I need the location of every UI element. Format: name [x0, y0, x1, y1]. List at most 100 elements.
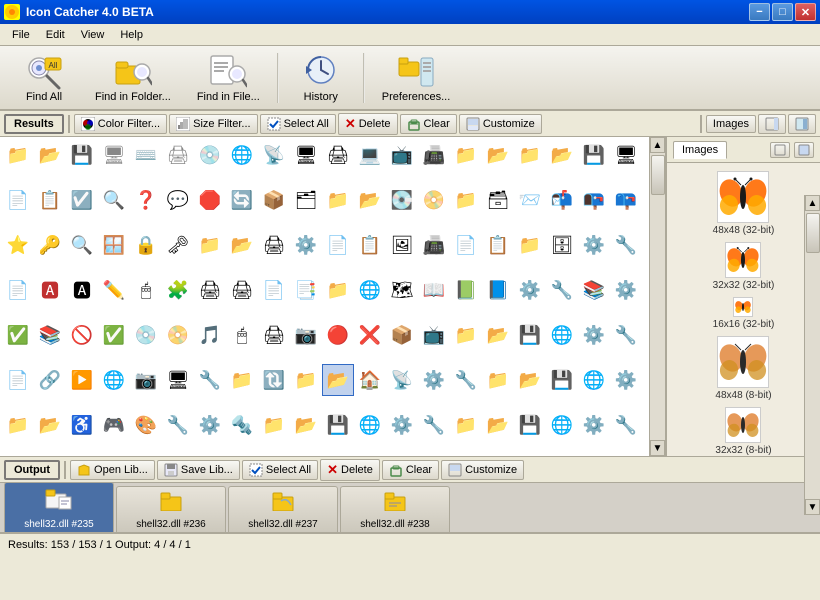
icon-cell[interactable]: 🖨: [226, 274, 258, 306]
icon-cell[interactable]: 🖨: [258, 319, 290, 351]
icon-cell[interactable]: ♿: [66, 409, 98, 441]
right-scroll-up[interactable]: ▲: [805, 195, 820, 211]
icon-cell[interactable]: 📘: [482, 274, 514, 306]
right-panel-scrollbar[interactable]: ▲ ▼: [804, 195, 820, 515]
icon-cell[interactable]: 📂: [34, 409, 66, 441]
icon-cell[interactable]: 📄: [2, 184, 34, 216]
icon-cell[interactable]: 📂: [226, 229, 258, 261]
icon-cell[interactable]: 🖨: [322, 139, 354, 171]
icon-cell[interactable]: 🔃: [258, 364, 290, 396]
icon-cell[interactable]: 📖: [418, 274, 450, 306]
icon-cell[interactable]: 🔍: [66, 229, 98, 261]
icon-cell[interactable]: 📋: [482, 229, 514, 261]
images-tab-button[interactable]: Images: [706, 115, 756, 133]
clear-bottom-button[interactable]: Clear: [382, 460, 439, 480]
tab-shell32-235[interactable]: shell32.dll #235: [4, 483, 114, 532]
right-scroll-thumb[interactable]: [806, 213, 820, 253]
history-button[interactable]: History: [285, 48, 357, 108]
select-all-bottom-button[interactable]: Select All: [242, 460, 318, 480]
icon-cell[interactable]: 📁: [450, 139, 482, 171]
icon-cell[interactable]: 🎨: [130, 409, 162, 441]
icon-cell[interactable]: 📁: [194, 229, 226, 261]
icon-cell[interactable]: 📪: [610, 184, 642, 216]
icon-cell[interactable]: 📀: [162, 319, 194, 351]
icon-cell[interactable]: 🌐: [546, 409, 578, 441]
icon-cell[interactable]: 📁: [322, 274, 354, 306]
panel-icon-2[interactable]: [788, 114, 816, 134]
icon-cell[interactable]: ❓: [130, 184, 162, 216]
icon-cell[interactable]: 📂: [514, 364, 546, 396]
icon-cell[interactable]: 📠: [418, 139, 450, 171]
icon-cell[interactable]: 📑: [290, 274, 322, 306]
icon-cell[interactable]: ⚙️: [290, 229, 322, 261]
icon-cell[interactable]: 📀: [418, 184, 450, 216]
images-panel-tab[interactable]: Images: [673, 141, 727, 159]
icon-cell[interactable]: 📁: [258, 409, 290, 441]
find-in-file-button[interactable]: Find in File...: [186, 48, 271, 108]
icon-cell[interactable]: 🗺: [386, 274, 418, 306]
icon-cell[interactable]: 🔧: [418, 409, 450, 441]
icon-cell[interactable]: 📬: [546, 184, 578, 216]
icon-cell[interactable]: 🔒: [130, 229, 162, 261]
icon-cell[interactable]: 🛑: [194, 184, 226, 216]
customize-results-button[interactable]: Customize: [459, 114, 542, 134]
scroll-track[interactable]: [650, 153, 665, 440]
scroll-up-button[interactable]: ▲: [650, 137, 665, 153]
menu-file[interactable]: File: [4, 27, 38, 43]
icon-cell[interactable]: 🔗: [34, 364, 66, 396]
preferences-button[interactable]: Preferences...: [371, 48, 461, 108]
right-scroll-down[interactable]: ▼: [805, 499, 820, 515]
icon-cell[interactable]: 🖥: [162, 364, 194, 396]
icon-cell[interactable]: 📦: [258, 184, 290, 216]
icon-cell[interactable]: 📄: [322, 229, 354, 261]
minimize-button[interactable]: −: [749, 3, 770, 21]
icon-cell[interactable]: 📚: [578, 274, 610, 306]
icon-cell[interactable]: 📁: [482, 364, 514, 396]
select-all-button[interactable]: Select All: [260, 114, 336, 134]
icon-cell[interactable]: 💾: [322, 409, 354, 441]
icon-cell[interactable]: 🔧: [610, 319, 642, 351]
open-lib-button[interactable]: Open Lib...: [70, 460, 155, 480]
icon-cell[interactable]: 🌐: [226, 139, 258, 171]
icon-cell[interactable]: 💿: [130, 319, 162, 351]
icon-cell[interactable]: 🔩: [226, 409, 258, 441]
icon-cell[interactable]: 🖨: [162, 139, 194, 171]
icon-cell[interactable]: 🅰: [34, 274, 66, 306]
icon-cell[interactable]: 📄: [258, 274, 290, 306]
icon-cell[interactable]: 📗: [450, 274, 482, 306]
size-filter-button[interactable]: Size Filter...: [169, 114, 257, 134]
grid-scrollbar[interactable]: ▲ ▼: [649, 137, 665, 456]
icon-cell[interactable]: 📁: [2, 409, 34, 441]
icon-cell[interactable]: ⚙️: [578, 409, 610, 441]
icon-cell[interactable]: 📂: [322, 364, 354, 396]
icon-cell[interactable]: 🌐: [354, 274, 386, 306]
icon-cell[interactable]: ✏️: [98, 274, 130, 306]
icon-cell[interactable]: 📺: [418, 319, 450, 351]
menu-view[interactable]: View: [73, 27, 113, 43]
icon-cell[interactable]: ▶️: [66, 364, 98, 396]
icon-cell[interactable]: 🖼: [386, 229, 418, 261]
icon-cell[interactable]: 📋: [34, 184, 66, 216]
panel-icon-1[interactable]: [758, 114, 786, 134]
icon-cell[interactable]: 📠: [418, 229, 450, 261]
icon-cell[interactable]: 📡: [258, 139, 290, 171]
icon-cell[interactable]: ⚙️: [418, 364, 450, 396]
icon-cell[interactable]: 📡: [386, 364, 418, 396]
icon-cell[interactable]: 🗄: [546, 229, 578, 261]
icon-cell[interactable]: 💻: [354, 139, 386, 171]
icon-cell[interactable]: 🔧: [194, 364, 226, 396]
icon-cell[interactable]: 🔄: [226, 184, 258, 216]
icon-cell[interactable]: 🚫: [66, 319, 98, 351]
icon-cell[interactable]: 📂: [482, 409, 514, 441]
icon-cell[interactable]: 📺: [386, 139, 418, 171]
right-scroll-track[interactable]: [805, 211, 820, 499]
panel-btn-1[interactable]: [770, 142, 790, 158]
icon-cell[interactable]: 🖨: [194, 274, 226, 306]
icon-cell[interactable]: 💾: [578, 139, 610, 171]
icon-cell[interactable]: 🖥: [290, 139, 322, 171]
icon-cell[interactable]: ❌: [354, 319, 386, 351]
icon-cell[interactable]: 💿: [194, 139, 226, 171]
icon-cell[interactable]: 🌐: [354, 409, 386, 441]
icon-cell[interactable]: 📂: [482, 319, 514, 351]
icon-cell[interactable]: 💾: [514, 409, 546, 441]
